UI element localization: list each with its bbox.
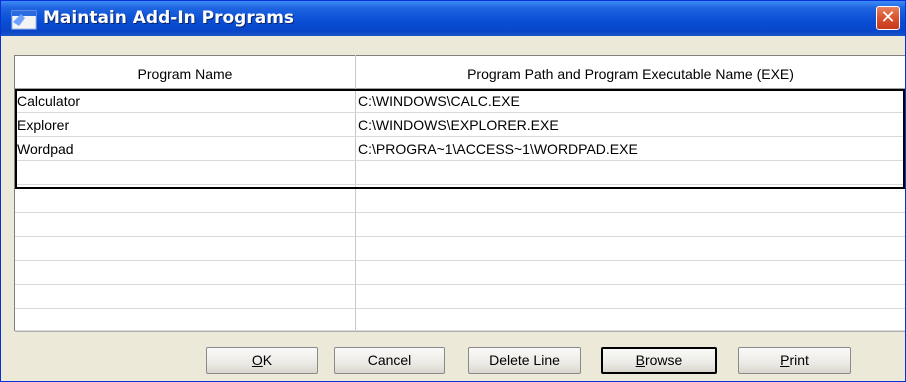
ok-button[interactable]: OK	[206, 347, 318, 374]
cancel-button[interactable]: Cancel	[334, 347, 445, 374]
program-path-cell[interactable]	[358, 309, 898, 331]
table-row[interactable]: Calculator C:\WINDOWS\CALC.EXE	[15, 89, 905, 113]
table-row[interactable]	[15, 213, 905, 237]
title-bar[interactable]: Maintain Add-In Programs ✕	[1, 1, 905, 36]
table-row[interactable]	[15, 161, 905, 185]
program-name-cell[interactable]: Explorer	[17, 113, 353, 135]
column-header-program-name[interactable]: Program Name	[15, 56, 355, 88]
program-name-cell[interactable]	[17, 285, 353, 307]
program-name-cell[interactable]	[17, 189, 353, 211]
cancel-label: Cancel	[367, 352, 412, 368]
table-row[interactable]: Explorer C:\WINDOWS\EXPLORER.EXE	[15, 113, 905, 137]
program-path-cell[interactable]: C:\PROGRA~1\ACCESS~1\WORDPAD.EXE	[358, 137, 898, 159]
dialog-window: Maintain Add-In Programs ✕ Program Name …	[0, 0, 906, 382]
grid-header: Program Name Program Path and Program Ex…	[15, 55, 905, 89]
program-name-cell[interactable]: Calculator	[17, 89, 353, 111]
ok-label-rest: K	[262, 352, 273, 368]
program-path-cell[interactable]: C:\WINDOWS\CALC.EXE	[358, 89, 898, 111]
program-path-cell[interactable]	[358, 161, 898, 183]
program-name-cell[interactable]	[17, 309, 353, 331]
program-name-cell[interactable]: Wordpad	[17, 137, 353, 159]
table-row[interactable]: Wordpad C:\PROGRA~1\ACCESS~1\WORDPAD.EXE	[15, 137, 905, 161]
column-header-program-path[interactable]: Program Path and Program Executable Name…	[356, 56, 905, 88]
program-path-cell[interactable]: C:\WINDOWS\EXPLORER.EXE	[358, 113, 898, 135]
program-path-cell[interactable]	[358, 213, 898, 235]
program-name-cell[interactable]	[17, 237, 353, 259]
close-button[interactable]: ✕	[876, 6, 900, 30]
browse-button[interactable]: Browse	[601, 347, 717, 374]
program-name-cell[interactable]	[17, 161, 353, 183]
delete-line-label: Delete Line	[489, 352, 560, 368]
app-window-icon	[11, 10, 37, 30]
browse-accel-key: B	[635, 352, 645, 368]
program-name-cell[interactable]	[17, 213, 353, 235]
table-row[interactable]	[15, 237, 905, 261]
print-button[interactable]: Print	[738, 347, 851, 374]
program-path-cell[interactable]	[358, 237, 898, 259]
table-row[interactable]	[15, 189, 905, 213]
table-row[interactable]	[15, 309, 905, 331]
window-title: Maintain Add-In Programs	[43, 8, 295, 28]
program-path-cell[interactable]	[358, 285, 898, 307]
delete-line-button[interactable]: Delete Line	[468, 347, 581, 374]
program-path-cell[interactable]	[358, 261, 898, 283]
ok-accel-key: O	[251, 352, 263, 368]
program-name-cell[interactable]	[17, 261, 353, 283]
browse-label-rest: rowse	[644, 352, 683, 368]
table-row[interactable]	[15, 285, 905, 309]
close-icon: ✕	[880, 7, 896, 28]
program-path-cell[interactable]	[358, 189, 898, 211]
print-label-rest: rint	[789, 352, 809, 368]
table-row[interactable]	[15, 261, 905, 285]
